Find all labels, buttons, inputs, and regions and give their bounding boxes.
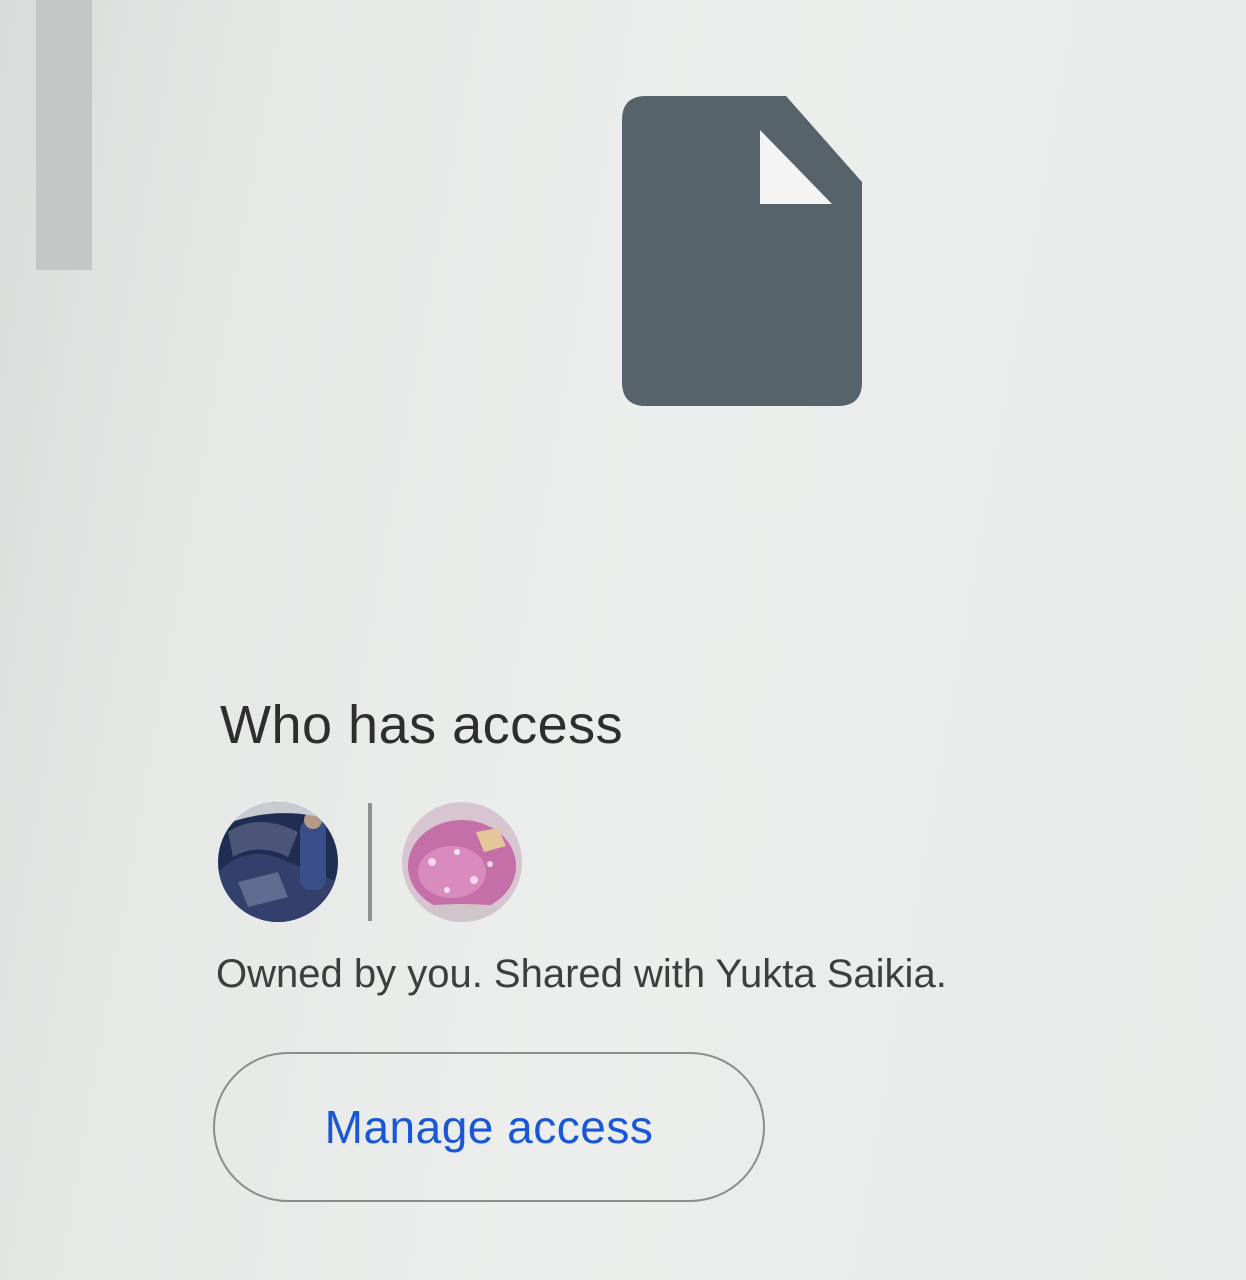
manage-access-button[interactable]: Manage access bbox=[213, 1052, 765, 1202]
access-avatars bbox=[218, 800, 522, 924]
file-icon bbox=[618, 92, 866, 410]
manage-access-label: Manage access bbox=[324, 1101, 654, 1153]
who-has-access-heading: Who has access bbox=[220, 695, 624, 755]
owner-avatar[interactable] bbox=[218, 802, 338, 922]
sidebar-scroll-indicator bbox=[36, 0, 92, 270]
shared-user-avatar[interactable] bbox=[402, 802, 522, 922]
avatar-divider bbox=[368, 803, 372, 921]
access-description: Owned by you. Shared with Yukta Saikia. bbox=[216, 952, 947, 996]
